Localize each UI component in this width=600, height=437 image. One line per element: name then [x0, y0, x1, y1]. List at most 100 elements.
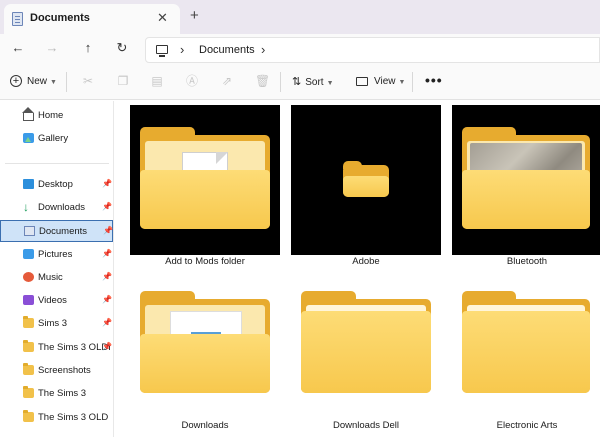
this-pc-icon[interactable]	[156, 45, 168, 57]
forward-button[interactable]: →	[42, 39, 62, 57]
thumbnail	[130, 105, 280, 255]
sidebar-item-label: Pictures	[38, 249, 73, 260]
view-button[interactable]: View ▼	[356, 75, 405, 90]
sidebar-item-desktop[interactable]: Desktop 📌	[0, 174, 113, 196]
sidebar-item-gallery[interactable]: Gallery	[0, 128, 113, 150]
file-name: Electronic Arts	[496, 420, 558, 431]
pin-icon: 📌	[102, 342, 112, 351]
sidebar-item-label: Downloads	[38, 202, 85, 213]
new-tab-button[interactable]: +	[190, 8, 199, 23]
thumbnail	[452, 105, 600, 255]
chevron-down-icon: ▼	[50, 79, 57, 86]
sidebar-item-label: Desktop	[38, 179, 73, 190]
sidebar-item-videos[interactable]: Videos 📌	[0, 290, 113, 312]
pin-icon: 📌	[102, 318, 112, 327]
sidebar-item-label: Home	[38, 110, 64, 121]
folder-icon	[462, 127, 590, 229]
file-grid: Add to Mods folder Adobe Bluetooth Downl…	[115, 101, 600, 437]
folder-icon	[140, 127, 270, 229]
cut-icon[interactable]: ✂	[81, 74, 95, 88]
sidebar-item-label: Sims 3	[38, 318, 68, 329]
divider	[280, 72, 281, 92]
pin-icon: 📌	[102, 179, 112, 188]
pin-icon: 📌	[102, 202, 112, 211]
sidebar-item-music[interactable]: Music 📌	[0, 267, 113, 289]
sidebar-item-label: Music	[38, 272, 63, 283]
chevron-right-icon[interactable]: ›	[261, 42, 265, 57]
documents-icon	[24, 226, 35, 236]
file-item[interactable]: Adobe	[291, 105, 441, 270]
thumbnail	[130, 287, 280, 437]
divider	[66, 72, 67, 92]
address-bar[interactable]: › Documents ›	[145, 37, 600, 63]
file-item[interactable]: Add to Mods folder	[130, 105, 280, 270]
sidebar-item-the-sims-3[interactable]: The Sims 3	[0, 383, 113, 405]
music-icon	[23, 272, 34, 282]
divider	[412, 72, 413, 92]
file-item[interactable]: Bluetooth	[452, 105, 600, 270]
sidebar-item-downloads[interactable]: ↓ Downloads 📌	[0, 197, 113, 219]
new-button[interactable]: + New ▼	[10, 75, 57, 90]
divider	[5, 163, 109, 164]
file-name: Add to Mods folder	[165, 256, 245, 267]
download-icon: ↓	[23, 200, 29, 214]
pin-icon: 📌	[102, 249, 112, 258]
tab-documents[interactable]: Documents ✕	[4, 4, 180, 34]
file-item[interactable]: Downloads	[130, 287, 280, 437]
folder-icon	[462, 291, 590, 393]
breadcrumb-documents[interactable]: Documents	[199, 44, 255, 56]
chevron-right-icon[interactable]: ›	[180, 42, 184, 57]
paste-icon[interactable]: ▤	[150, 74, 164, 88]
sidebar-item-sims-3[interactable]: Sims 3 📌	[0, 313, 113, 335]
folder-icon	[301, 291, 431, 393]
sidebar-item-screenshots[interactable]: Screenshots	[0, 360, 113, 382]
folder-icon	[140, 291, 270, 393]
sidebar-item-the-sims-3-old[interactable]: The Sims 3 OLD	[0, 407, 113, 429]
more-options-icon[interactable]: •••	[425, 72, 443, 88]
sidebar-item-the-sims-3-oldi[interactable]: The Sims 3 OLDI 📌	[0, 337, 113, 359]
chevron-down-icon: ▼	[398, 79, 406, 86]
share-icon[interactable]: ⇗	[220, 74, 234, 88]
sidebar-item-label: Documents	[39, 226, 88, 237]
thumbnail	[291, 105, 441, 255]
sidebar-item-pictures[interactable]: Pictures 📌	[0, 244, 113, 266]
file-name: Downloads	[181, 420, 229, 431]
navigation-pane: Home Gallery Desktop 📌 ↓ Downloads 📌 Doc…	[0, 101, 114, 437]
folder-icon	[23, 410, 34, 422]
file-name: Downloads Dell	[332, 420, 399, 431]
file-item[interactable]: Downloads Dell	[291, 287, 441, 437]
videos-icon	[23, 295, 34, 305]
file-name: Bluetooth	[506, 256, 548, 267]
pin-icon: 📌	[102, 295, 112, 304]
title-bar: Documents ✕ +	[0, 0, 600, 34]
new-label: New	[27, 76, 48, 87]
sidebar-item-label: The Sims 3	[38, 388, 87, 399]
up-button[interactable]: ↑	[78, 39, 98, 57]
pictures-icon	[23, 249, 34, 259]
sort-icon: ⇅	[292, 76, 302, 88]
tab-title: Documents	[30, 12, 90, 24]
folder-icon	[343, 161, 389, 197]
sort-label: Sort	[305, 77, 324, 88]
file-item[interactable]: Electronic Arts	[452, 287, 600, 437]
close-tab-icon[interactable]: ✕	[157, 10, 168, 26]
pin-icon: 📌	[102, 272, 112, 281]
copy-icon[interactable]: ❐	[116, 74, 130, 88]
thumbnail	[291, 287, 441, 437]
thumbnail	[452, 287, 600, 437]
sidebar-item-label: Screenshots	[38, 365, 91, 376]
sidebar-item-home[interactable]: Home	[0, 105, 113, 127]
file-name: Adobe	[352, 256, 380, 267]
command-bar: + New ▼ ✂ ❐ ▤ Ⓐ ⇗ 🗑 ⇅ Sort ▼ View ▼ •••	[0, 64, 600, 100]
plus-icon: +	[10, 75, 22, 88]
sidebar-item-label: The Sims 3 OLDI	[38, 342, 111, 353]
navigation-bar: ← → ↑ ↻ › Documents ›	[0, 34, 600, 64]
back-button[interactable]: ←	[8, 39, 28, 57]
sort-button[interactable]: ⇅ Sort ▼	[292, 75, 334, 91]
sidebar-item-documents[interactable]: Documents 📌	[0, 220, 113, 242]
folder-icon	[23, 340, 34, 352]
rename-icon[interactable]: Ⓐ	[185, 74, 199, 88]
folder-icon	[23, 363, 34, 375]
delete-icon[interactable]: 🗑	[255, 74, 270, 88]
refresh-button[interactable]: ↻	[112, 39, 132, 57]
